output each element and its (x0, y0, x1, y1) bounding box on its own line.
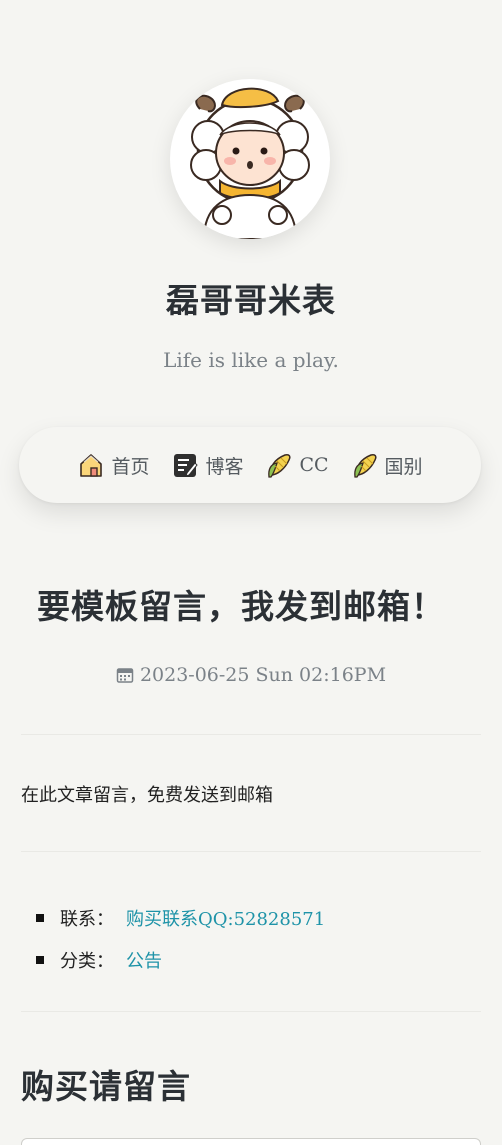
nav-label-country: 国别 (384, 455, 423, 478)
meta-contact-key: 联系： (60, 909, 114, 930)
corn-icon (353, 454, 377, 478)
comment-heading: 购买请留言 (21, 1067, 191, 1106)
post-date-text: 2023-06-25 Sun 02:16PM (139, 664, 387, 686)
bullet (36, 956, 44, 964)
post-meta-list: 联系： 购买联系QQ:52828571 分类： 公告 (36, 897, 325, 981)
calendar-icon (116, 668, 134, 683)
comment-input[interactable] (21, 1138, 481, 1145)
post-body: 在此文章留言，免费发送到邮箱 (21, 785, 273, 806)
nav-item-country[interactable]: 国别 (351, 451, 423, 479)
meta-contact: 联系： 购买联系QQ:52828571 (36, 897, 325, 939)
meta-category: 分类： 公告 (36, 939, 325, 981)
nav-label-home: 首页 (111, 455, 150, 478)
nav-item-blog[interactable]: 博客 (171, 451, 243, 479)
nav-label-cc: CC (299, 454, 329, 476)
divider (21, 1011, 481, 1012)
meta-category-link[interactable]: 公告 (126, 947, 162, 973)
divider (21, 851, 481, 852)
sheep-avatar-icon (190, 87, 310, 239)
house-icon (80, 454, 103, 477)
nav-item-home[interactable]: 首页 (77, 451, 149, 479)
divider (21, 734, 481, 735)
nav-label-blog: 博客 (205, 455, 244, 478)
avatar[interactable] (170, 79, 330, 239)
post-date: 2023-06-25 Sun 02:16PM (0, 664, 502, 686)
page: 磊哥哥米表 Life is like a play. 首页 博客 CC 国别 要… (0, 0, 502, 1145)
meta-category-key: 分类： (60, 951, 114, 972)
notepad-icon (174, 454, 199, 477)
site-subtitle: Life is like a play. (163, 348, 339, 372)
bullet (36, 914, 44, 922)
site-title[interactable]: 磊哥哥米表 (0, 274, 502, 322)
main-nav: 首页 博客 CC 国别 (19, 427, 481, 503)
meta-contact-link[interactable]: 购买联系QQ:52828571 (126, 905, 325, 931)
corn-icon (268, 454, 291, 478)
nav-item-cc[interactable]: CC (265, 451, 329, 479)
post-title: 要模板留言，我发到邮箱！ (37, 587, 445, 626)
